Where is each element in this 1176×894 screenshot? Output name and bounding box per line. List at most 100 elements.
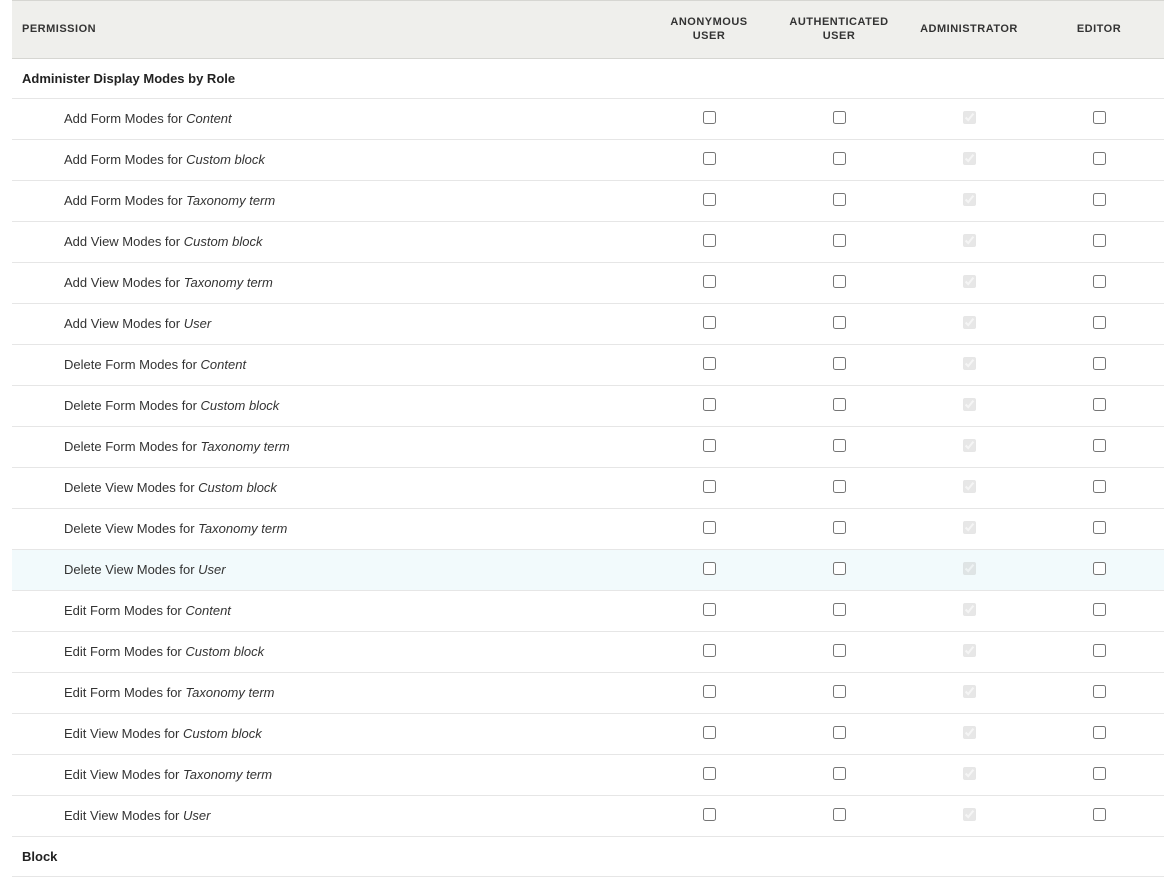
checkbox-authenticated[interactable] bbox=[833, 521, 846, 534]
checkbox-authenticated[interactable] bbox=[833, 644, 846, 657]
checkbox-authenticated[interactable] bbox=[833, 234, 846, 247]
checkbox-authenticated[interactable] bbox=[833, 275, 846, 288]
checkbox-editor[interactable] bbox=[1093, 357, 1106, 370]
permission-row: Edit Form Modes for Content bbox=[12, 590, 1164, 631]
checkbox-anonymous[interactable] bbox=[703, 808, 716, 821]
permission-row: Delete View Modes for Custom block bbox=[12, 467, 1164, 508]
checkbox-anonymous[interactable] bbox=[703, 644, 716, 657]
checkbox-anonymous-cell bbox=[644, 549, 774, 590]
checkbox-editor[interactable] bbox=[1093, 726, 1106, 739]
checkbox-anonymous[interactable] bbox=[703, 152, 716, 165]
checkbox-authenticated-cell bbox=[774, 631, 904, 672]
checkbox-authenticated-cell bbox=[774, 98, 904, 139]
permission-label-prefix: Add View Modes for bbox=[64, 275, 184, 290]
checkbox-anonymous-cell bbox=[644, 98, 774, 139]
checkbox-authenticated[interactable] bbox=[833, 808, 846, 821]
permission-label-prefix: Edit Form Modes for bbox=[64, 644, 185, 659]
permission-label-prefix: Delete View Modes for bbox=[64, 562, 198, 577]
permission-label-entity: Custom block bbox=[185, 644, 264, 659]
checkbox-editor[interactable] bbox=[1093, 234, 1106, 247]
permission-row: Edit View Modes for Custom block bbox=[12, 713, 1164, 754]
checkbox-anonymous[interactable] bbox=[703, 726, 716, 739]
checkbox-anonymous[interactable] bbox=[703, 234, 716, 247]
checkbox-authenticated[interactable] bbox=[833, 603, 846, 616]
checkbox-authenticated[interactable] bbox=[833, 562, 846, 575]
permission-label: Edit Form Modes for Taxonomy term bbox=[12, 672, 644, 713]
checkbox-authenticated[interactable] bbox=[833, 111, 846, 124]
checkbox-authenticated[interactable] bbox=[833, 439, 846, 452]
checkbox-editor[interactable] bbox=[1093, 562, 1106, 575]
permission-label-entity: Content bbox=[185, 603, 231, 618]
checkbox-anonymous-cell bbox=[644, 385, 774, 426]
checkbox-anonymous[interactable] bbox=[703, 275, 716, 288]
checkbox-editor[interactable] bbox=[1093, 275, 1106, 288]
permission-label-prefix: Edit View Modes for bbox=[64, 808, 183, 823]
checkbox-anonymous-cell bbox=[644, 303, 774, 344]
checkbox-editor[interactable] bbox=[1093, 111, 1106, 124]
checkbox-authenticated[interactable] bbox=[833, 767, 846, 780]
checkbox-anonymous[interactable] bbox=[703, 111, 716, 124]
checkbox-administrator-cell bbox=[904, 139, 1034, 180]
permission-label-entity: Taxonomy term bbox=[185, 685, 274, 700]
checkbox-authenticated[interactable] bbox=[833, 480, 846, 493]
checkbox-editor-cell bbox=[1034, 754, 1164, 795]
checkbox-authenticated[interactable] bbox=[833, 193, 846, 206]
checkbox-editor[interactable] bbox=[1093, 603, 1106, 616]
permissions-table: PERMISSION ANONYMOUS USER AUTHENTICATED … bbox=[12, 0, 1164, 877]
checkbox-administrator bbox=[963, 398, 976, 411]
checkbox-administrator-cell bbox=[904, 590, 1034, 631]
checkbox-editor[interactable] bbox=[1093, 685, 1106, 698]
permission-row: Add Form Modes for Content bbox=[12, 98, 1164, 139]
checkbox-authenticated[interactable] bbox=[833, 398, 846, 411]
checkbox-editor[interactable] bbox=[1093, 439, 1106, 452]
checkbox-authenticated[interactable] bbox=[833, 316, 846, 329]
checkbox-administrator-cell bbox=[904, 262, 1034, 303]
permission-label-prefix: Add View Modes for bbox=[64, 316, 184, 331]
permission-label-prefix: Edit View Modes for bbox=[64, 767, 183, 782]
checkbox-authenticated-cell bbox=[774, 344, 904, 385]
checkbox-authenticated-cell bbox=[774, 426, 904, 467]
checkbox-editor-cell bbox=[1034, 303, 1164, 344]
checkbox-editor-cell bbox=[1034, 590, 1164, 631]
checkbox-administrator-cell bbox=[904, 549, 1034, 590]
checkbox-anonymous[interactable] bbox=[703, 521, 716, 534]
checkbox-anonymous[interactable] bbox=[703, 603, 716, 616]
checkbox-editor[interactable] bbox=[1093, 808, 1106, 821]
checkbox-editor[interactable] bbox=[1093, 398, 1106, 411]
checkbox-anonymous[interactable] bbox=[703, 480, 716, 493]
checkbox-editor[interactable] bbox=[1093, 480, 1106, 493]
checkbox-anonymous[interactable] bbox=[703, 439, 716, 452]
checkbox-administrator bbox=[963, 357, 976, 370]
checkbox-administrator bbox=[963, 152, 976, 165]
checkbox-anonymous[interactable] bbox=[703, 316, 716, 329]
checkbox-editor[interactable] bbox=[1093, 767, 1106, 780]
checkbox-anonymous[interactable] bbox=[703, 767, 716, 780]
checkbox-authenticated[interactable] bbox=[833, 152, 846, 165]
checkbox-administrator bbox=[963, 726, 976, 739]
checkbox-authenticated[interactable] bbox=[833, 357, 846, 370]
permission-label-prefix: Edit View Modes for bbox=[64, 726, 183, 741]
checkbox-authenticated[interactable] bbox=[833, 726, 846, 739]
checkbox-anonymous[interactable] bbox=[703, 357, 716, 370]
permission-label-prefix: Delete View Modes for bbox=[64, 521, 198, 536]
checkbox-anonymous[interactable] bbox=[703, 685, 716, 698]
permission-label-prefix: Edit Form Modes for bbox=[64, 603, 185, 618]
checkbox-editor[interactable] bbox=[1093, 152, 1106, 165]
checkbox-editor[interactable] bbox=[1093, 316, 1106, 329]
checkbox-editor[interactable] bbox=[1093, 644, 1106, 657]
checkbox-editor-cell bbox=[1034, 467, 1164, 508]
checkbox-anonymous[interactable] bbox=[703, 398, 716, 411]
checkbox-editor[interactable] bbox=[1093, 193, 1106, 206]
permission-row: Delete Form Modes for Custom block bbox=[12, 385, 1164, 426]
checkbox-editor-cell bbox=[1034, 344, 1164, 385]
checkbox-anonymous[interactable] bbox=[703, 562, 716, 575]
permission-label: Delete Form Modes for Custom block bbox=[12, 385, 644, 426]
checkbox-editor-cell bbox=[1034, 139, 1164, 180]
checkbox-authenticated[interactable] bbox=[833, 685, 846, 698]
checkbox-editor[interactable] bbox=[1093, 521, 1106, 534]
permission-label: Add View Modes for Taxonomy term bbox=[12, 262, 644, 303]
checkbox-authenticated-cell bbox=[774, 590, 904, 631]
checkbox-anonymous-cell bbox=[644, 344, 774, 385]
checkbox-anonymous[interactable] bbox=[703, 193, 716, 206]
permission-row: Add Form Modes for Custom block bbox=[12, 139, 1164, 180]
